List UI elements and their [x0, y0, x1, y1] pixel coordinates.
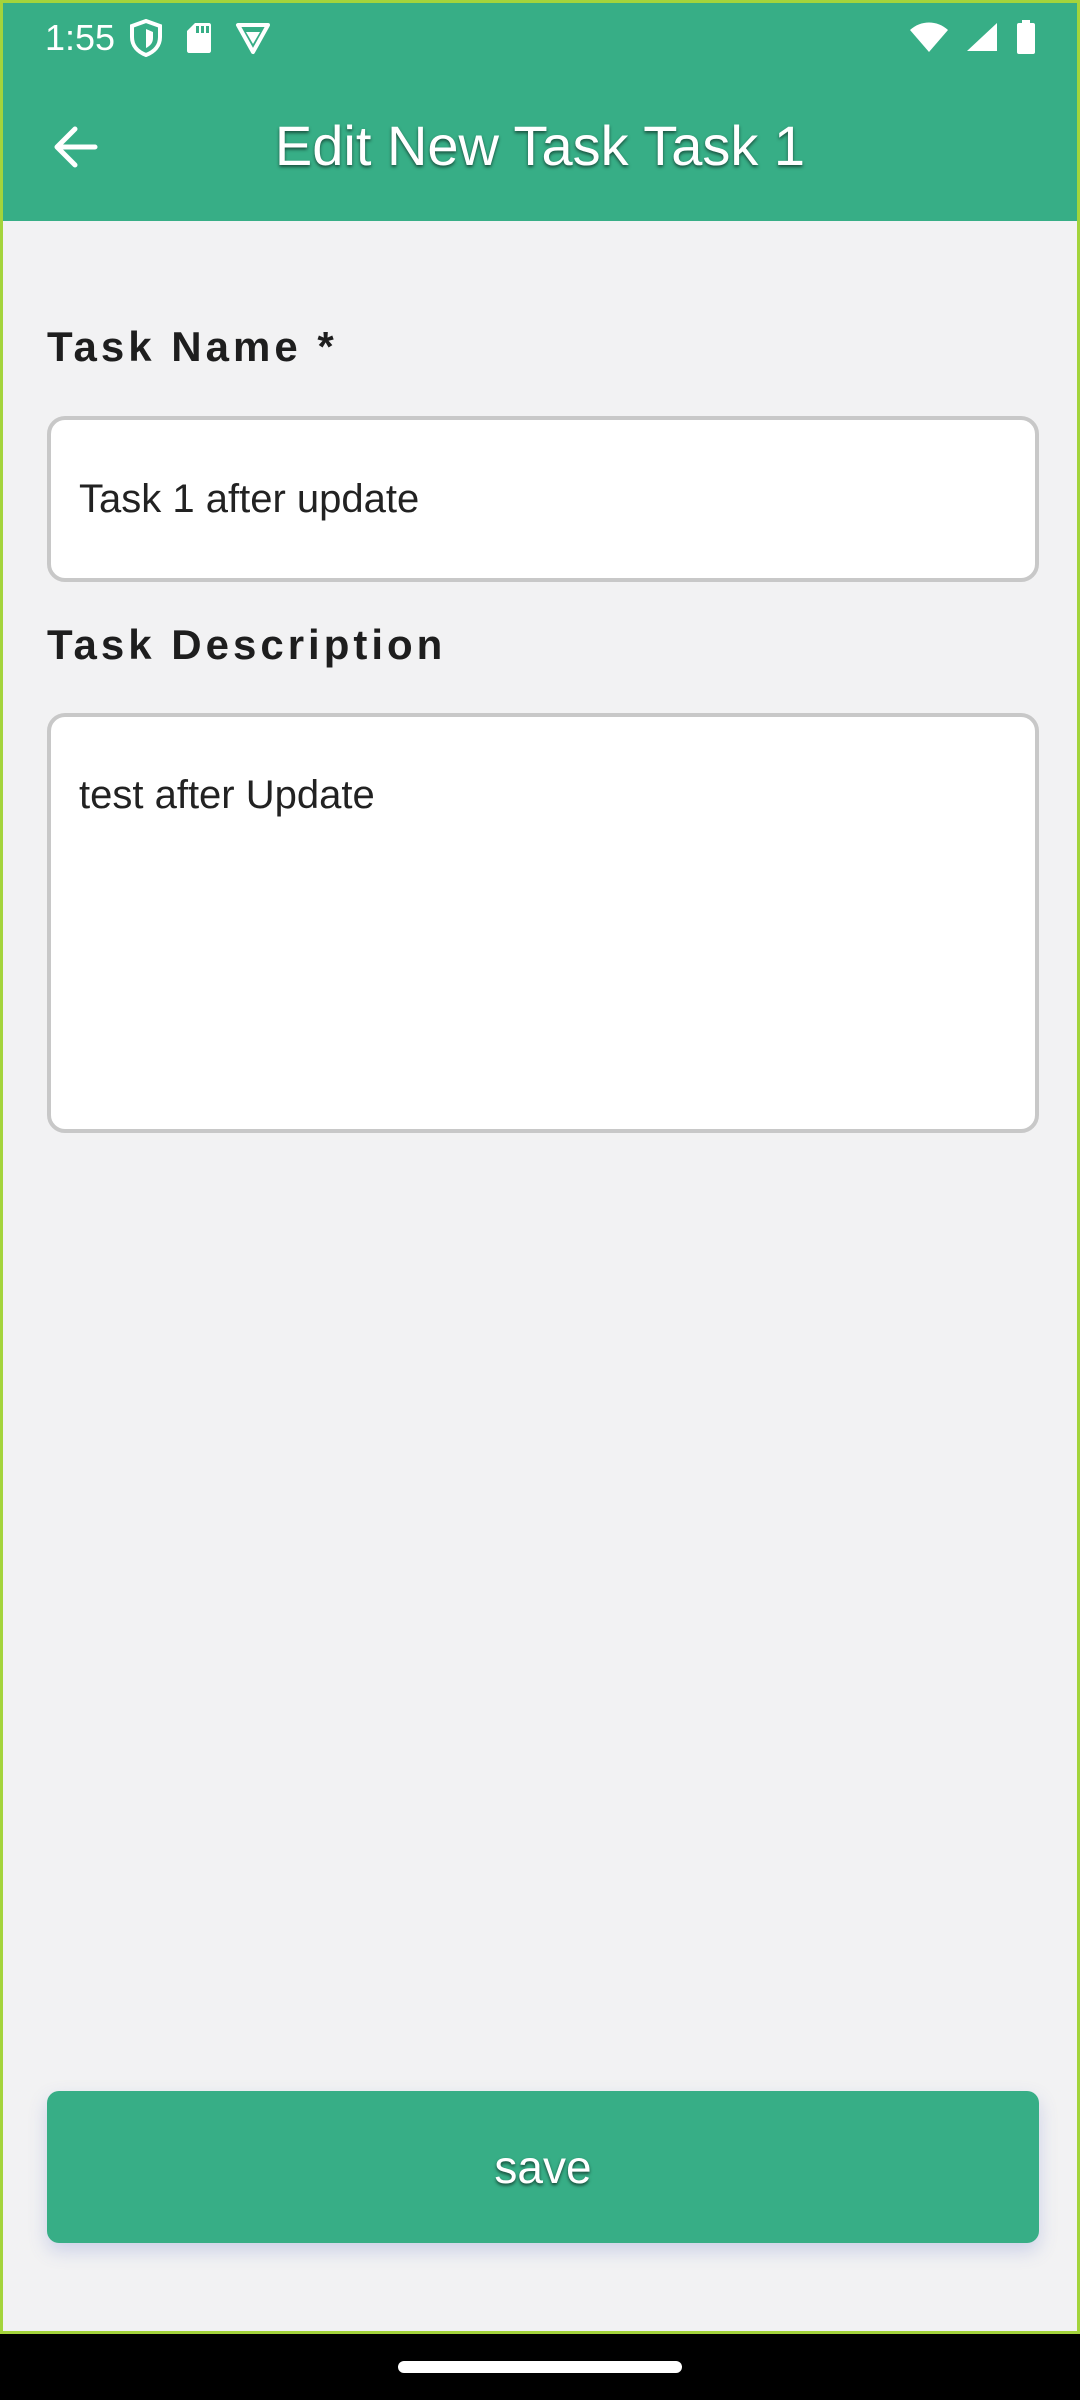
app-bar: Edit New Task Task 1 — [3, 75, 1077, 221]
header: 1:55 Edit New Task Task 1 — [3, 3, 1077, 221]
sd-card-icon — [185, 21, 213, 55]
screen: 1:55 Edit New Task Task 1 Task Name * Ta… — [0, 0, 1080, 2334]
status-time: 1:55 — [45, 17, 116, 58]
wifi-icon — [909, 21, 949, 53]
task-description-label: Task Description — [47, 621, 447, 668]
task-name-label: Task Name * — [47, 323, 338, 370]
task-name-input[interactable] — [47, 416, 1039, 582]
home-indicator[interactable] — [398, 2361, 682, 2373]
signal-icon — [965, 21, 999, 53]
battery-icon — [1015, 19, 1037, 55]
vpn-icon — [235, 21, 271, 55]
navigation-bar — [0, 2334, 1080, 2400]
shield-icon — [129, 19, 163, 57]
status-right-icons — [909, 19, 1037, 55]
save-button[interactable]: save — [47, 2091, 1039, 2243]
status-left-icons — [129, 19, 271, 57]
page-title: Edit New Task Task 1 — [274, 114, 806, 177]
status-bar: 1:55 — [3, 3, 1077, 75]
task-description-input[interactable]: test after Update — [47, 713, 1039, 1133]
